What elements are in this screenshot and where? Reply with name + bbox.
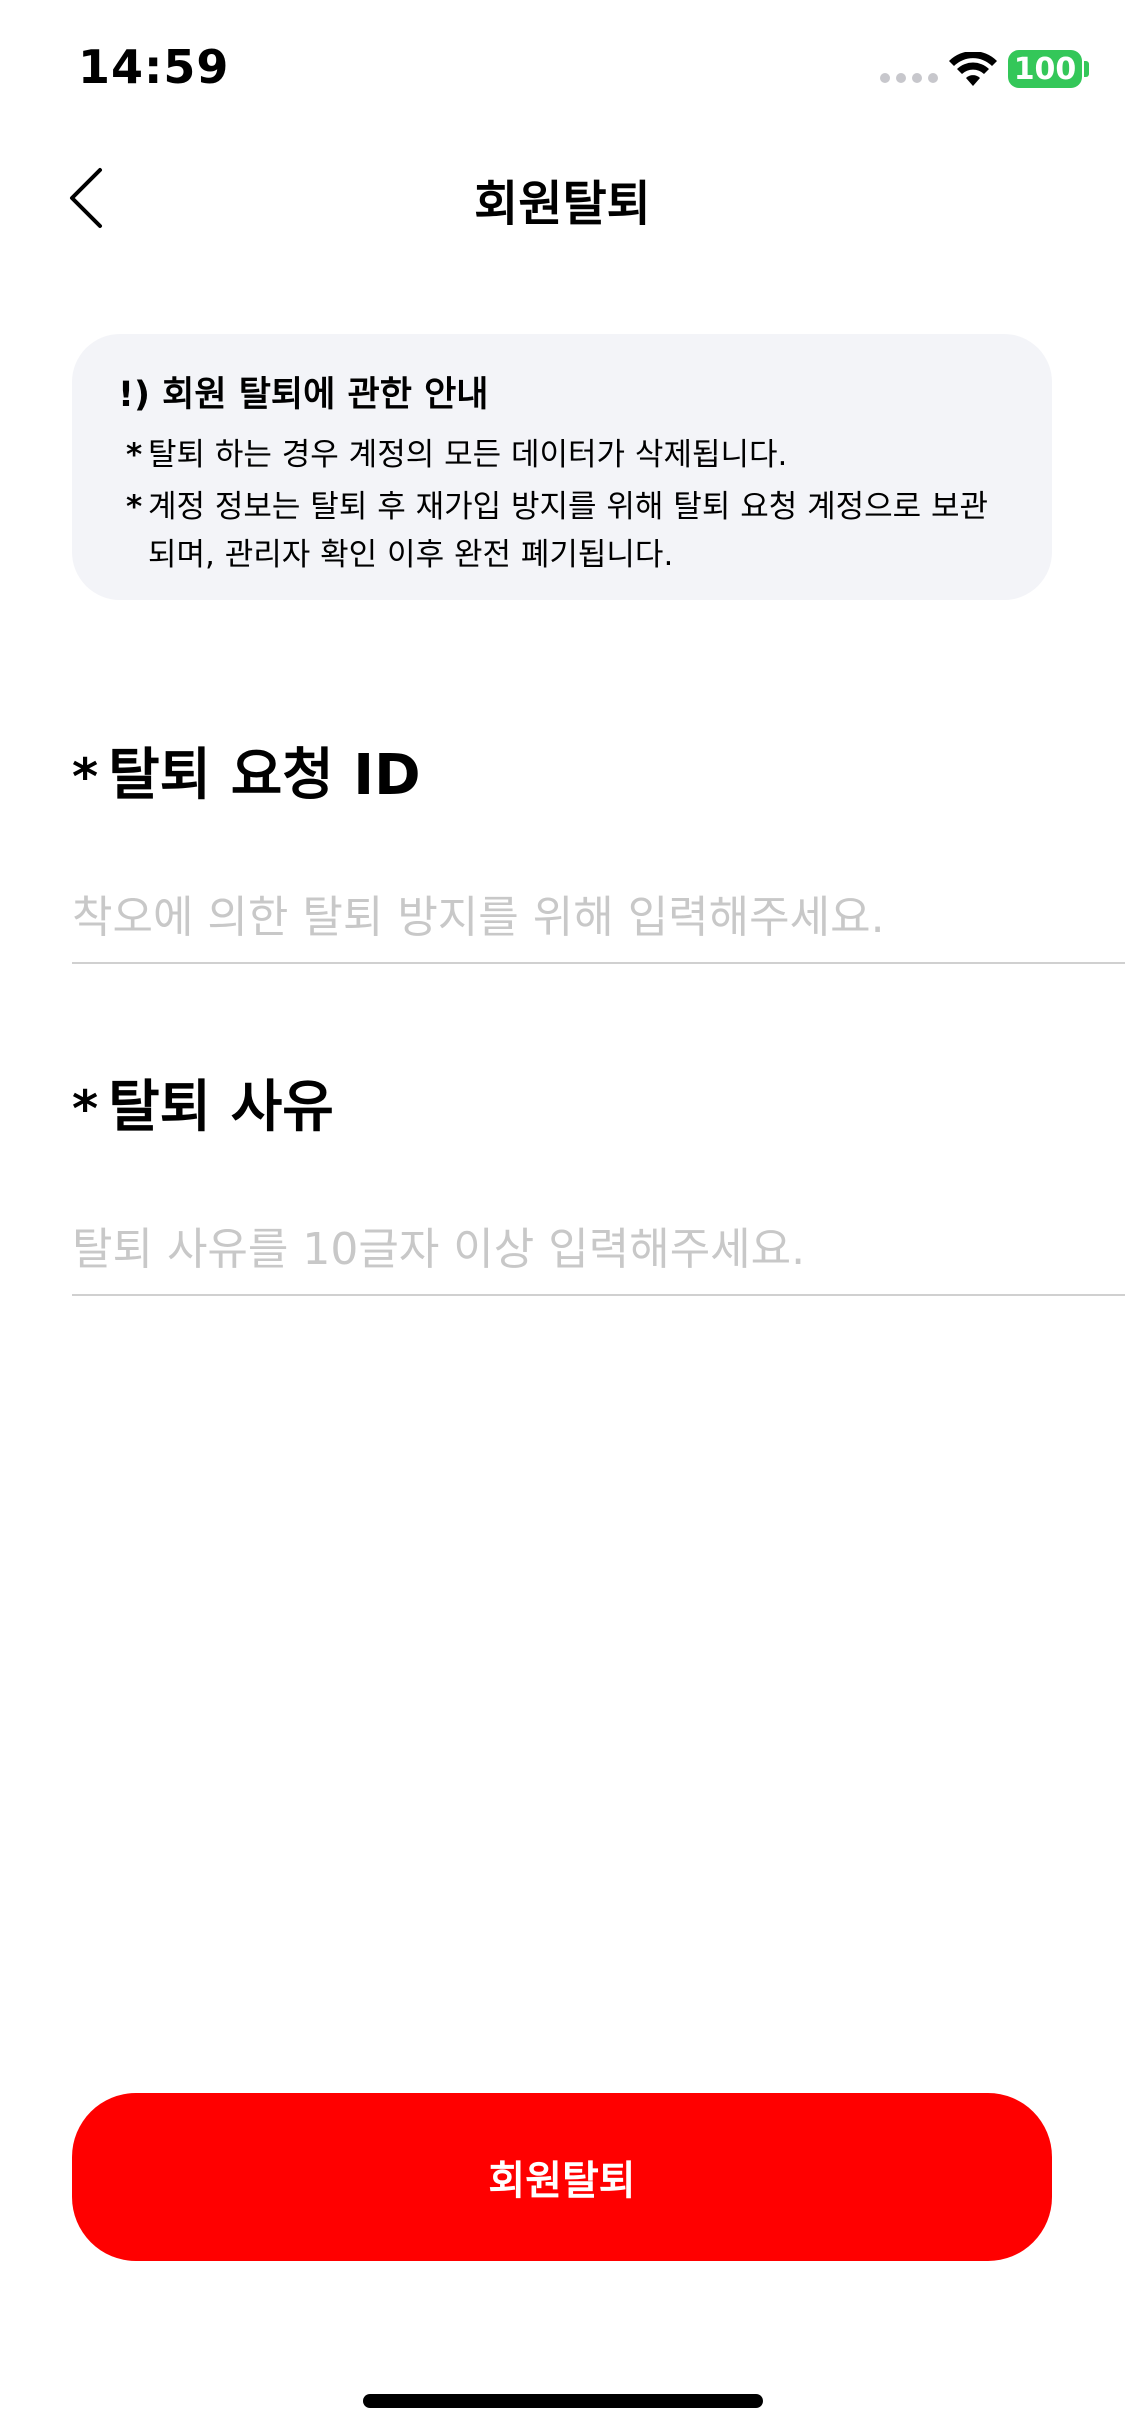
withdrawal-id-label-text: 탈퇴 요청 ID — [108, 743, 421, 808]
required-mark: * — [72, 1080, 99, 1138]
notice-list: * 탈퇴 하는 경우 계정의 모든 데이터가 삭제됩니다. * 계정 정보는 탈… — [118, 431, 1012, 579]
required-mark: * — [72, 748, 99, 806]
status-bar: 14:59 100 — [0, 0, 1125, 140]
cellular-signal-icon — [880, 73, 938, 83]
notice-item: * 계정 정보는 탈퇴 후 재가입 방지를 위해 탈퇴 요청 계정으로 보관되며… — [118, 483, 1012, 579]
notice-text: 탈퇴 하는 경우 계정의 모든 데이터가 삭제됩니다. — [148, 437, 788, 473]
wifi-icon — [949, 52, 997, 86]
notice-bullet: * — [126, 437, 143, 473]
notice-box: !) 회원 탈퇴에 관한 안내 * 탈퇴 하는 경우 계정의 모든 데이터가 삭… — [72, 334, 1052, 600]
battery-icon: 100 — [1008, 50, 1082, 88]
withdrawal-reason-label-text: 탈퇴 사유 — [108, 1075, 334, 1140]
battery-level: 100 — [1013, 51, 1077, 87]
page-title: 회원탈퇴 — [474, 176, 651, 232]
status-time: 14:59 — [78, 40, 230, 94]
withdrawal-id-input[interactable] — [72, 872, 1125, 964]
battery-tip — [1084, 61, 1089, 77]
notice-bullet: * — [126, 489, 143, 525]
withdrawal-reason-input[interactable] — [72, 1204, 1125, 1296]
notice-title: !) 회원 탈퇴에 관한 안내 — [118, 375, 489, 415]
notice-text: 계정 정보는 탈퇴 후 재가입 방지를 위해 탈퇴 요청 계정으로 보관되며, … — [148, 489, 989, 573]
withdraw-button[interactable]: 회원탈퇴 — [72, 2093, 1052, 2261]
withdrawal-reason-label: * 탈퇴 사유 — [72, 1062, 334, 1143]
withdrawal-id-label: * 탈퇴 요청 ID — [72, 730, 421, 811]
notice-item: * 탈퇴 하는 경우 계정의 모든 데이터가 삭제됩니다. — [118, 431, 1012, 479]
home-indicator[interactable] — [363, 2394, 763, 2408]
